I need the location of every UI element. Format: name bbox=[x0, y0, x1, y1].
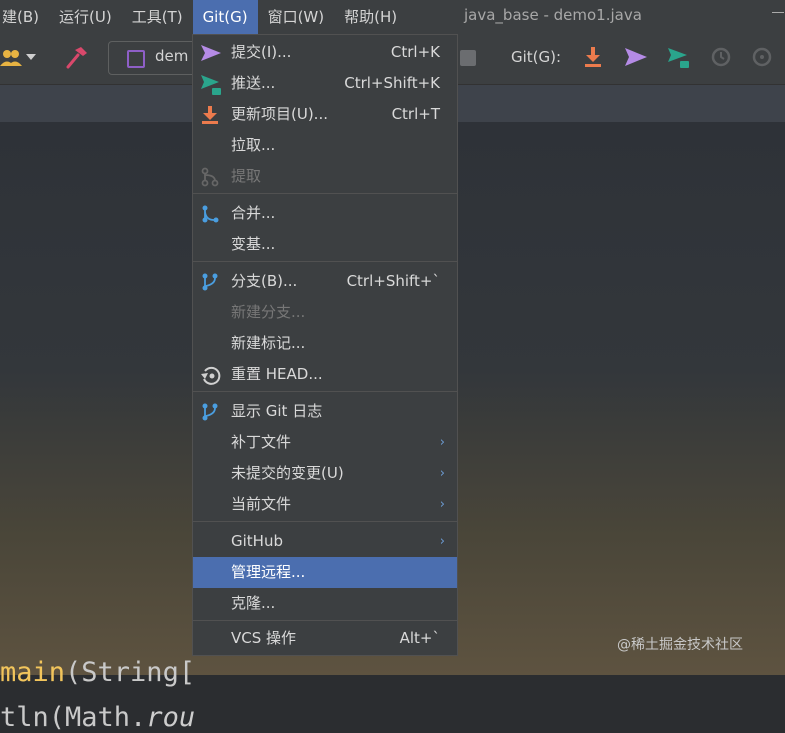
menu-item-label: 推送... bbox=[231, 74, 276, 92]
fetch-icon bbox=[200, 167, 220, 187]
update-icon bbox=[200, 105, 220, 125]
menu-item-current-file[interactable]: 当前文件 › bbox=[193, 489, 457, 520]
menu-item-shortcut: Ctrl+Shift+K bbox=[344, 74, 440, 92]
menu-item-label: 分支(B)... bbox=[231, 272, 298, 290]
menu-item-label: 新建分支... bbox=[231, 303, 306, 321]
menu-separator bbox=[193, 620, 457, 621]
commit-arrow-icon bbox=[200, 43, 221, 63]
hammer-icon[interactable] bbox=[64, 44, 90, 74]
git-dropdown-menu: 提交(I)... Ctrl+K 推送... Ctrl+Shift+K 更新项目(… bbox=[192, 34, 458, 656]
push-icon[interactable] bbox=[667, 46, 691, 74]
branch-icon bbox=[200, 402, 220, 422]
menu-item-label: 未提交的变更(U) bbox=[231, 464, 344, 482]
git-toolbar-label: Git(G): bbox=[511, 48, 562, 66]
menu-build[interactable]: 建(B) bbox=[0, 0, 49, 34]
rollback-icon[interactable] bbox=[751, 46, 773, 72]
menu-item-patch-file[interactable]: 补丁文件 › bbox=[193, 427, 457, 458]
config-icon bbox=[127, 50, 145, 68]
minimize-icon[interactable] bbox=[772, 12, 784, 13]
code-italic-text: rou bbox=[146, 702, 196, 733]
menu-item-manage-remotes[interactable]: 管理远程... bbox=[193, 557, 457, 588]
menu-bar: 建(B) 运行(U) 工具(T) Git(G) 窗口(W) 帮助(H) bbox=[0, 0, 785, 34]
menu-item-push[interactable]: 推送... Ctrl+Shift+K bbox=[193, 68, 457, 99]
menu-separator bbox=[193, 391, 457, 392]
menu-item-shortcut: Alt+` bbox=[399, 629, 440, 647]
menu-item-label: 合并... bbox=[231, 204, 276, 222]
method-name: main bbox=[0, 657, 66, 688]
users-icon[interactable] bbox=[0, 48, 22, 72]
menu-item-label: 提取 bbox=[231, 167, 262, 185]
chevron-right-icon: › bbox=[439, 466, 445, 481]
menu-separator bbox=[193, 521, 457, 522]
history-icon[interactable] bbox=[710, 46, 732, 72]
menu-item-label: 显示 Git 日志 bbox=[231, 402, 323, 420]
watermark: @稀土掘金技术社区 bbox=[617, 637, 743, 653]
code-text: tln(Math. bbox=[0, 702, 147, 733]
menu-item-shortcut: Ctrl+Shift+` bbox=[346, 272, 440, 290]
reset-icon bbox=[200, 365, 221, 385]
menu-help[interactable]: 帮助(H) bbox=[334, 0, 407, 34]
push-icon bbox=[200, 74, 221, 95]
update-icon[interactable] bbox=[583, 46, 603, 72]
menu-item-label: 重置 HEAD... bbox=[231, 365, 323, 383]
merge-icon bbox=[200, 204, 220, 224]
menu-item-github[interactable]: GitHub › bbox=[193, 526, 457, 557]
commit-arrow-icon[interactable] bbox=[624, 46, 648, 72]
menu-item-new-branch[interactable]: 新建分支... bbox=[193, 297, 457, 328]
menu-item-merge[interactable]: 合并... bbox=[193, 198, 457, 229]
menu-item-reset-head[interactable]: 重置 HEAD... bbox=[193, 359, 457, 390]
menu-separator bbox=[193, 193, 457, 194]
menu-item-fetch[interactable]: 提取 bbox=[193, 161, 457, 192]
menu-item-label: GitHub bbox=[231, 532, 283, 550]
stop-button[interactable] bbox=[460, 50, 476, 66]
menu-tools[interactable]: 工具(T) bbox=[122, 0, 193, 34]
menu-git[interactable]: Git(G) bbox=[192, 0, 258, 34]
menu-item-label: 当前文件 bbox=[231, 495, 292, 513]
menu-item-label: 补丁文件 bbox=[231, 433, 292, 451]
menu-item-label: 管理远程... bbox=[231, 563, 306, 581]
chevron-right-icon: › bbox=[439, 497, 445, 512]
menu-item-label: 拉取... bbox=[231, 136, 276, 154]
menu-item-label: 变基... bbox=[231, 235, 276, 253]
menu-item-update-project[interactable]: 更新项目(U)... Ctrl+T bbox=[193, 99, 457, 130]
menu-item-label: 更新项目(U)... bbox=[231, 105, 328, 123]
menu-item-rebase[interactable]: 变基... bbox=[193, 229, 457, 260]
menu-item-new-tag[interactable]: 新建标记... bbox=[193, 328, 457, 359]
menu-item-pull[interactable]: 拉取... bbox=[193, 130, 457, 161]
menu-item-shortcut: Ctrl+T bbox=[391, 105, 440, 123]
menu-item-label: 克隆... bbox=[231, 594, 276, 612]
menu-item-shortcut: Ctrl+K bbox=[390, 43, 440, 61]
menu-item-label: 提交(I)... bbox=[231, 43, 292, 61]
menu-item-label: 新建标记... bbox=[231, 334, 306, 352]
run-config-label: dem bbox=[155, 47, 189, 65]
menu-item-show-git-log[interactable]: 显示 Git 日志 bbox=[193, 396, 457, 427]
menu-run[interactable]: 运行(U) bbox=[49, 0, 122, 34]
menu-separator bbox=[193, 261, 457, 262]
code-line[interactable]: tln(Math.rou bbox=[0, 702, 195, 733]
chevron-right-icon: › bbox=[439, 534, 445, 549]
chevron-right-icon: › bbox=[439, 435, 445, 450]
code-line[interactable]: main(String[ bbox=[0, 657, 195, 688]
menu-item-uncommitted-changes[interactable]: 未提交的变更(U) › bbox=[193, 458, 457, 489]
menu-item-branches[interactable]: 分支(B)... Ctrl+Shift+` bbox=[193, 266, 457, 297]
menu-item-label: VCS 操作 bbox=[231, 629, 297, 647]
menu-item-commit[interactable]: 提交(I)... Ctrl+K bbox=[193, 37, 457, 68]
menu-window[interactable]: 窗口(W) bbox=[258, 0, 335, 34]
menu-item-clone[interactable]: 克隆... bbox=[193, 588, 457, 619]
menu-item-vcs-operations[interactable]: VCS 操作 Alt+` bbox=[193, 623, 457, 654]
code-text: (String[ bbox=[65, 657, 196, 688]
chevron-down-icon[interactable] bbox=[26, 54, 36, 60]
window-title: java_base - demo1.java bbox=[464, 6, 642, 24]
branch-icon bbox=[200, 272, 220, 292]
